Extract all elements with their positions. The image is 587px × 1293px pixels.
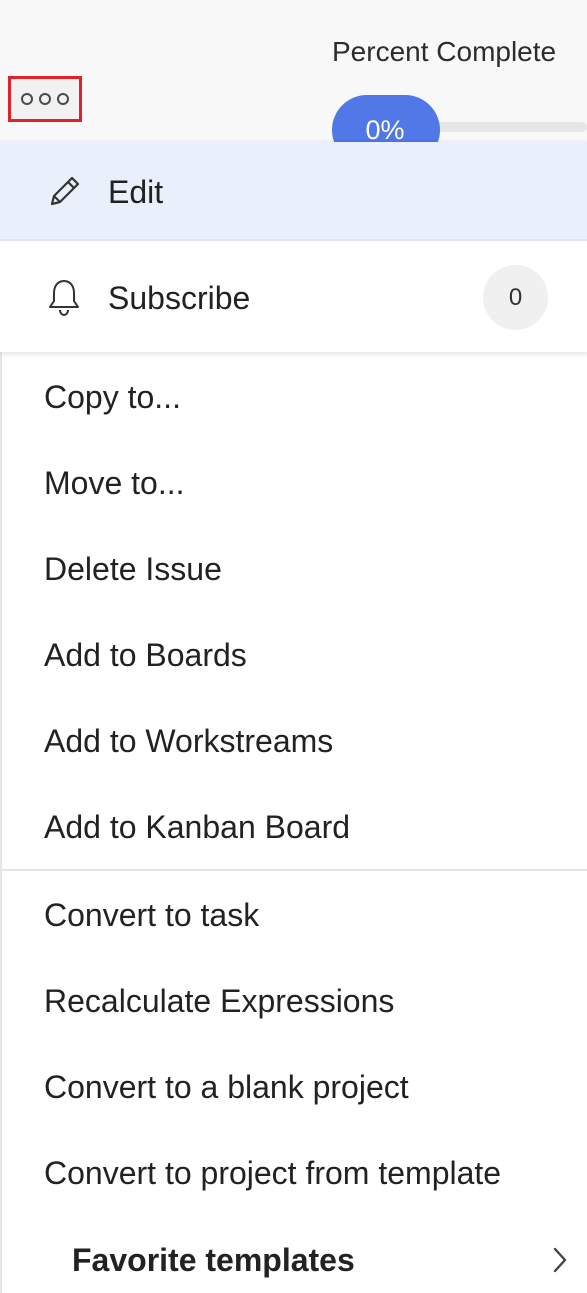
menu-item-favorite-templates[interactable]: Favorite templates — [72, 1240, 355, 1280]
menu-item-add-to-workstreams[interactable]: Add to Workstreams — [44, 721, 333, 761]
menu-item-delete-issue[interactable]: Delete Issue — [44, 549, 222, 589]
menu-item-convert-to-blank-project[interactable]: Convert to a blank project — [44, 1067, 409, 1107]
menu-item-add-to-kanban-board[interactable]: Add to Kanban Board — [44, 807, 350, 847]
menu-item-edit[interactable]: Edit — [0, 142, 587, 241]
menu-item-label: Subscribe — [108, 280, 251, 316]
chevron-right-icon[interactable] — [549, 1245, 571, 1275]
menu-item-convert-to-project-from-template[interactable]: Convert to project from template — [44, 1153, 501, 1193]
task-header: Percent Complete 0% — [0, 0, 587, 165]
menu-item-recalculate-expressions[interactable]: Recalculate Expressions — [44, 981, 394, 1021]
more-dot-icon — [21, 93, 33, 105]
more-options-menu: Edit Subscribe 0 Copy to... Move to... D… — [0, 142, 587, 1293]
bell-icon — [46, 277, 82, 317]
menu-divider — [2, 869, 587, 871]
percent-complete-label: Percent Complete — [332, 36, 557, 67]
menu-item-move-to[interactable]: Move to... — [44, 463, 185, 503]
subscriber-count-badge: 0 — [483, 265, 548, 330]
more-dot-icon — [39, 93, 51, 105]
menu-item-label: Edit — [108, 174, 164, 210]
more-dot-icon — [57, 93, 69, 105]
menu-item-add-to-boards[interactable]: Add to Boards — [44, 635, 247, 675]
pencil-icon — [44, 172, 84, 212]
menu-item-copy-to[interactable]: Copy to... — [44, 377, 181, 417]
menu-item-convert-to-task[interactable]: Convert to task — [44, 895, 259, 935]
more-options-button[interactable] — [8, 76, 82, 122]
menu-primary-section: Edit Subscribe 0 — [0, 142, 587, 352]
menu-item-subscribe[interactable]: Subscribe 0 — [0, 241, 587, 352]
